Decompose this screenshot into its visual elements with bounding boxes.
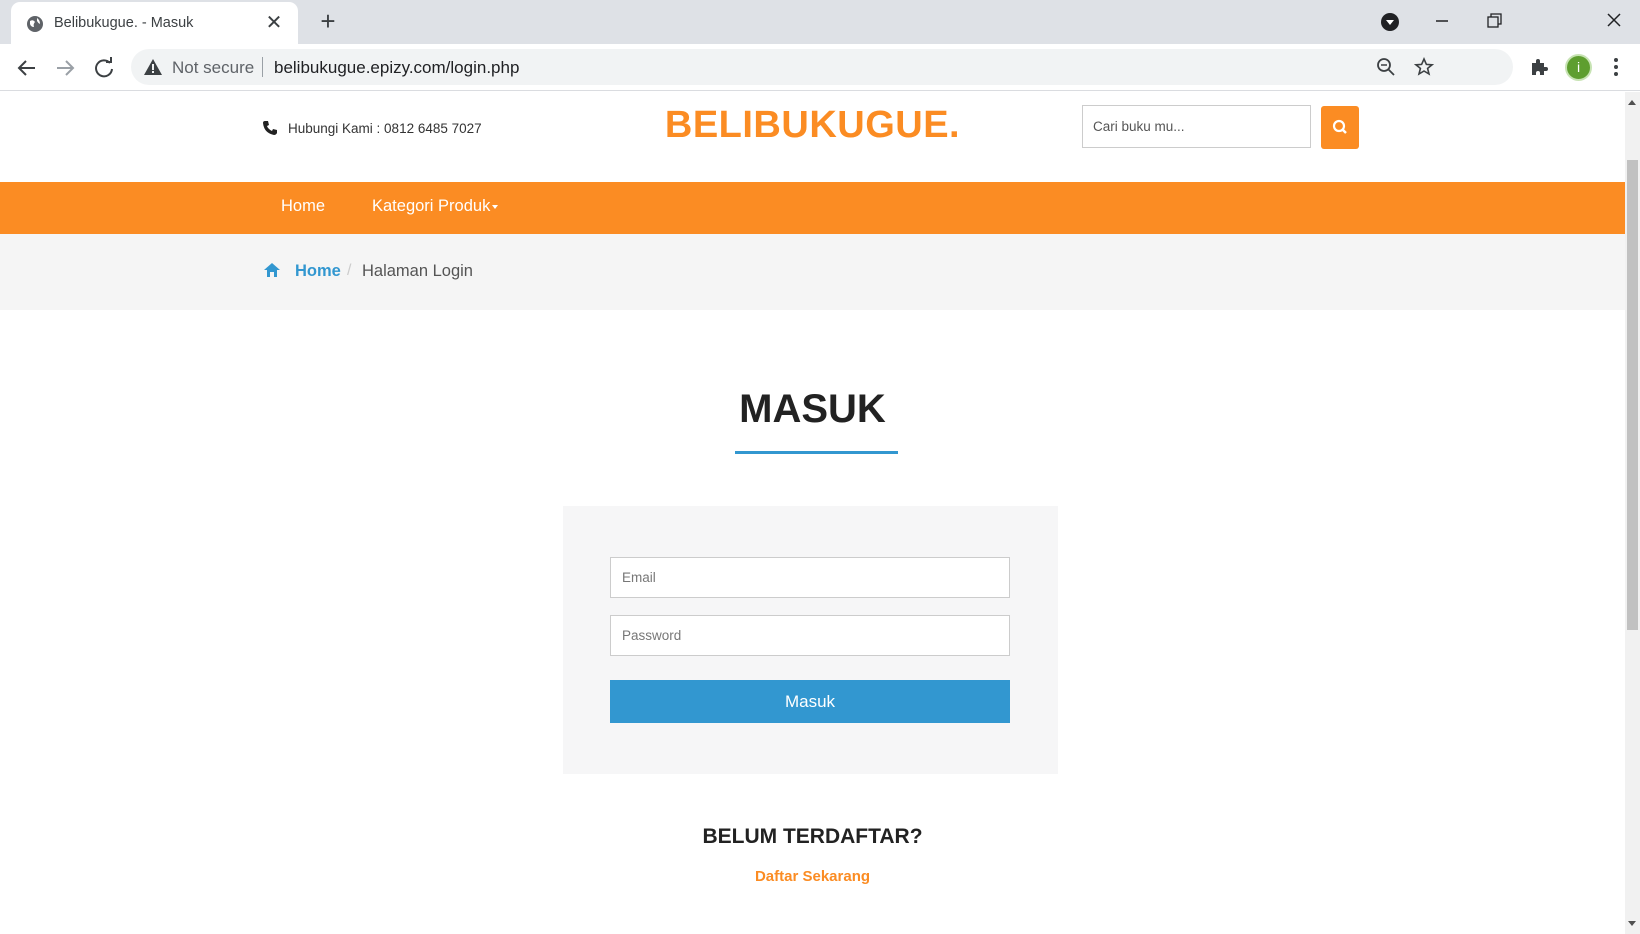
url-text[interactable]: belibukugue.epizy.com/login.php xyxy=(274,58,519,78)
breadcrumb-home[interactable]: Home xyxy=(295,262,341,281)
close-window-icon[interactable] xyxy=(1600,8,1628,36)
forward-icon[interactable] xyxy=(50,53,80,83)
search-button[interactable] xyxy=(1321,106,1359,149)
new-tab-button[interactable]: + xyxy=(314,8,342,36)
security-status[interactable]: Not secure xyxy=(172,58,254,78)
tab-close-icon[interactable]: ✕ xyxy=(262,11,286,35)
back-icon[interactable] xyxy=(12,53,42,83)
login-button[interactable]: Masuk xyxy=(610,680,1010,723)
nav-kategori-produk[interactable]: Kategori Produk xyxy=(372,197,499,216)
email-field[interactable] xyxy=(610,557,1010,598)
browser-toolbar: Not secure belibukugue.epizy.com/login.p… xyxy=(0,44,1640,91)
breadcrumb: Home / Halaman Login xyxy=(0,234,1625,310)
profile-avatar[interactable]: i xyxy=(1565,54,1592,81)
restore-icon[interactable] xyxy=(1480,8,1508,36)
tab-title: Belibukugue. - Masuk xyxy=(54,15,194,31)
scroll-down-arrow-icon[interactable] xyxy=(1628,921,1636,926)
page-title: MASUK xyxy=(739,387,886,431)
address-bar[interactable]: Not secure belibukugue.epizy.com/login.p… xyxy=(131,49,1513,85)
breadcrumb-separator: / xyxy=(347,262,352,279)
globe-icon xyxy=(27,16,43,32)
warning-icon[interactable] xyxy=(143,58,163,76)
main-navbar: Home Kategori Produk xyxy=(0,182,1625,234)
home-icon[interactable] xyxy=(263,261,281,279)
register-link[interactable]: Daftar Sekarang xyxy=(0,868,1625,885)
login-form: Masuk xyxy=(563,506,1058,774)
minimize-icon[interactable] xyxy=(1428,8,1456,36)
email-input[interactable] xyxy=(611,558,1009,597)
scroll-up-arrow-icon[interactable] xyxy=(1628,100,1636,105)
page-scrollbar[interactable] xyxy=(1625,92,1640,934)
caret-down-icon xyxy=(492,204,499,209)
search-input[interactable] xyxy=(1083,106,1310,147)
tab-search-icon[interactable] xyxy=(1376,8,1404,36)
zoom-icon[interactable] xyxy=(1376,57,1396,77)
omnibox-divider xyxy=(262,57,263,77)
nav-home[interactable]: Home xyxy=(281,197,325,216)
menu-kebab-icon[interactable] xyxy=(1608,56,1624,78)
extensions-icon[interactable] xyxy=(1528,56,1550,78)
register-heading: BELUM TERDAFTAR? xyxy=(702,825,923,848)
bookmark-star-icon[interactable] xyxy=(1414,57,1434,77)
breadcrumb-current: Halaman Login xyxy=(362,262,473,280)
page-viewport: Hubungi Kami : 0812 6485 7027 BELIBUKUGU… xyxy=(0,92,1625,934)
search-icon xyxy=(1332,119,1347,134)
search-field[interactable] xyxy=(1082,105,1311,148)
browser-tab[interactable]: Belibukugue. - Masuk ✕ xyxy=(11,2,298,46)
title-underline xyxy=(735,451,898,454)
site-logo[interactable]: BELIBUKUGUE. xyxy=(0,104,1625,147)
password-field[interactable] xyxy=(610,615,1010,656)
reload-icon[interactable] xyxy=(89,53,119,83)
nav-kategori-label: Kategori Produk xyxy=(372,197,491,215)
browser-tab-strip: Belibukugue. - Masuk ✕ + xyxy=(0,0,1640,46)
password-input[interactable] xyxy=(611,616,1009,655)
scroll-thumb[interactable] xyxy=(1627,160,1638,630)
